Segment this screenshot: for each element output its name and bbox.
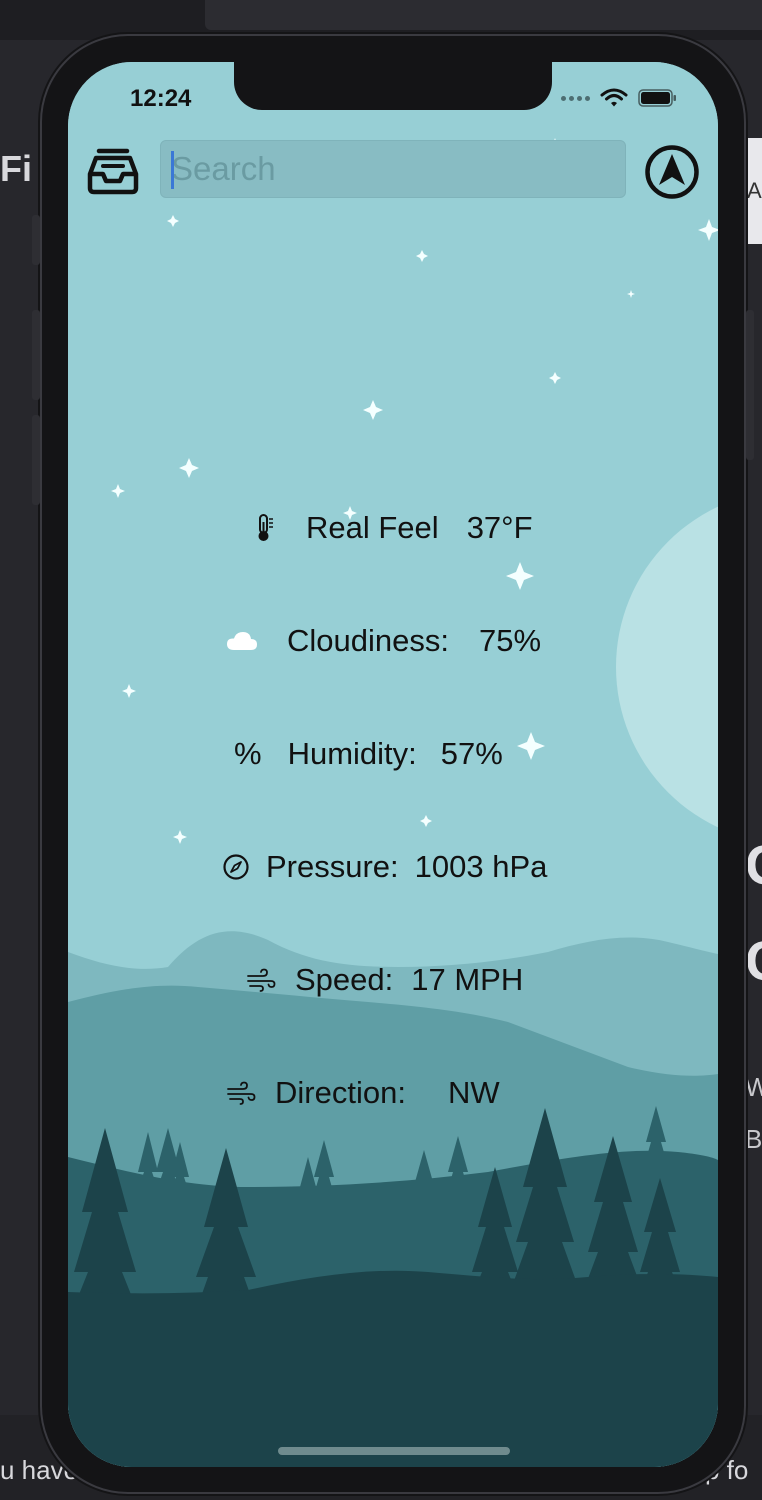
phone-screen: 12:24 Search Real Feel 37°F Cloudiness: … [68,62,718,1467]
real-feel-row: Real Feel 37°F [250,510,533,546]
home-indicator[interactable] [278,1447,510,1455]
humidity-label: Humidity: [287,736,417,771]
cloudiness-value: 75% [478,623,542,658]
wind-direction-label: Direction: [275,1075,406,1110]
wind-direction-row: Direction: NW [226,1075,500,1111]
percent-icon: % [234,736,262,771]
power-button [746,310,754,460]
compass-icon [222,853,250,881]
wind-speed-label: Speed: [295,962,394,997]
wind-icon [246,968,276,992]
cloudiness-row: Cloudiness: 75% [226,623,541,659]
wind-icon [226,1081,256,1105]
weather-details: Real Feel 37°F Cloudiness: 75% % Humidit… [68,62,718,1467]
real-feel-value: 37°F [466,510,533,545]
background-text-left: Fi [0,148,32,189]
real-feel-label: Real Feel [306,510,439,545]
humidity-row: % Humidity: 57% [234,736,503,772]
pressure-label: Pressure: [266,849,399,884]
desktop-top-field [205,0,762,30]
volume-down-button [32,415,40,505]
mute-switch [32,215,40,265]
wind-direction-value: NW [447,1075,500,1110]
humidity-value: 57% [440,736,503,771]
volume-up-button [32,310,40,400]
pressure-value: 1003 hPa [414,849,548,884]
wind-speed-value: 17 MPH [411,962,524,997]
thermometer-icon [250,513,280,543]
background-right-card-text: A [747,178,762,203]
wind-speed-row: Speed: 17 MPH [246,962,523,998]
cloud-icon [226,630,258,652]
pressure-row: Pressure: 1003 hPa [222,849,547,885]
cloudiness-label: Cloudiness: [287,623,449,658]
